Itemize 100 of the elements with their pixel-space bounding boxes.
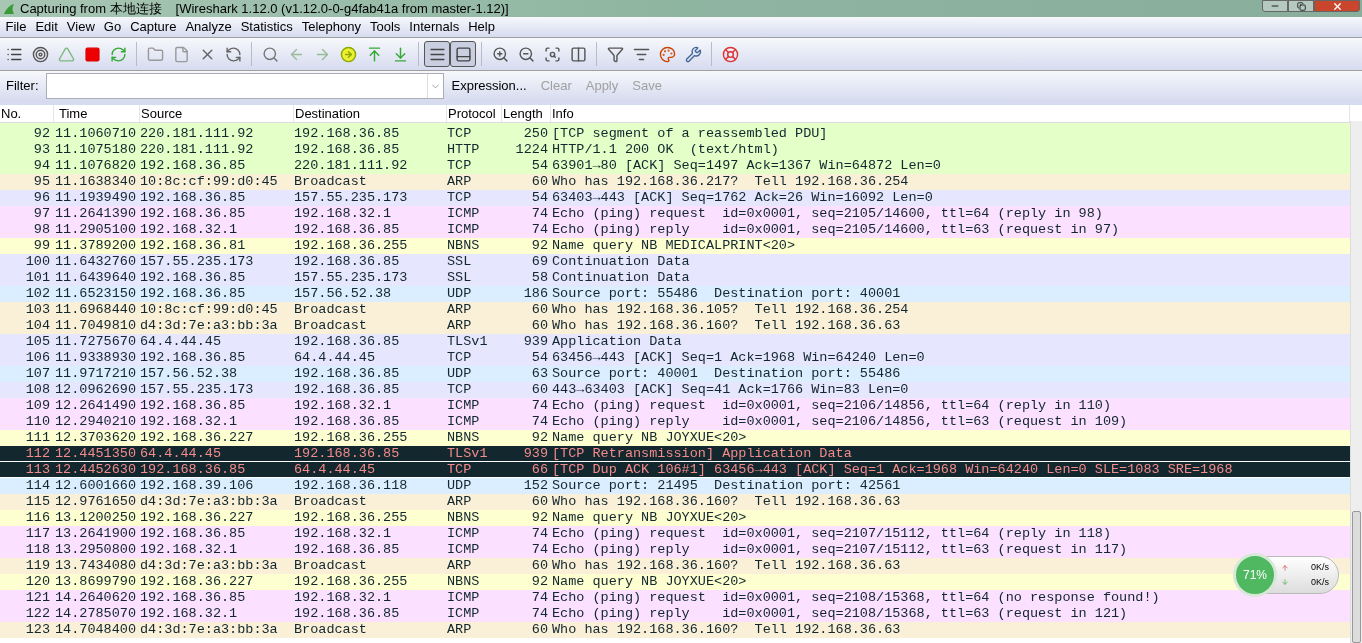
table-cell-text: Who has 192.168.36.160? Tell 192.168.36.63	[551, 318, 901, 334]
table-cell-text: 13.8699790	[54, 574, 137, 590]
download-icon	[1281, 578, 1289, 587]
colorize-button[interactable]	[424, 41, 450, 67]
menu-item[interactable]: Go	[101, 17, 124, 37]
table-cell-text: 92	[530, 574, 548, 590]
packet-row[interactable]: 98 11.2905100 192.168.32.1 192.168.36.85 ICMP 74 Echo (ping) reply id=0x0001, seq=2105/14600, ttl=63 (request in 97)	[0, 222, 1350, 238]
table-cell-text: 11.3789200	[54, 238, 137, 254]
table-cell-text: SSL	[447, 270, 473, 286]
packet-row[interactable]: 108 12.0962690 157.55.235.173 192.168.36.85 TCP 60 443→63403 [ACK] Seq=41 Ack=1766 Win=83 Len=0	[0, 382, 1350, 398]
table-cell-text: 120	[24, 574, 51, 590]
column-heading[interactable]: Destination	[295, 103, 361, 124]
packet-row[interactable]: 102 11.6523150 192.168.36.85 157.56.52.38 UDP 186 Source port: 55486 Destination port: 40001	[0, 286, 1350, 302]
packet-row[interactable]: 111 12.3703620 192.168.36.227 192.168.36.255 NBNS 92 Name query NB JOYXUE<20>	[0, 430, 1350, 446]
table-cell-text: 11.7049810	[54, 318, 137, 334]
table-cell-text: 192.168.36.85	[294, 542, 401, 558]
menu-item[interactable]: Analyze	[182, 17, 235, 37]
window-subtitle: [Wireshark 1.12.0 (v1.12.0-0-g4fab41a from master-1.12)]	[175, 0, 509, 18]
menu-item[interactable]: Tools	[367, 17, 403, 37]
packet-row[interactable]: 106 11.9338930 192.168.36.85 64.4.44.45 TCP 54 63456→443 [ACK] Seq=1 Ack=1968 Win=64240 Len=0	[0, 350, 1350, 366]
packet-row[interactable]: 107 11.9717210 157.56.52.38 192.168.36.85 UDP 63 Source port: 40001 Destination port: 55486	[0, 366, 1350, 382]
packet-row[interactable]: 103 11.6968440 10:8c:cf:99:d0:45 Broadcast ARP 60 Who has 192.168.36.105? Tell 192.168.36.254	[0, 302, 1350, 318]
menu-item[interactable]: Internals	[406, 17, 462, 37]
table-cell-text: 192.168.32.1	[140, 606, 239, 622]
table-cell-text: Source port: 40001 Destination port: 55486	[551, 366, 901, 382]
scrollbar-thumb[interactable]	[1352, 511, 1361, 643]
table-cell-text: 11.9338930	[54, 350, 137, 366]
menu-item[interactable]: Capture	[127, 17, 179, 37]
table-cell-text: ARP	[447, 174, 473, 190]
table-cell-text: Who has 192.168.36.105? Tell 192.168.36.254	[551, 302, 909, 318]
packet-row[interactable]: 112 12.4451350 64.4.44.45 192.168.36.85 TLSv1 939 [TCP Retransmission] Application Data	[0, 446, 1350, 462]
menu-item[interactable]: Statistics	[238, 17, 296, 37]
table-cell-text: 192.168.39.106	[140, 478, 255, 494]
upload-rate: 0K/s	[1310, 561, 1329, 574]
packet-row[interactable]: 100 11.6432760 157.55.235.173 192.168.36.85 SSL 69 Continuation Data	[0, 254, 1350, 270]
packet-row[interactable]: 115 12.9761650 d4:3d:7e:a3:bb:3a Broadcast ARP 60 Who has 192.168.36.160? Tell 192.168.36.63	[0, 494, 1350, 510]
table-cell-text: 118	[24, 542, 51, 558]
packet-row[interactable]: 118 13.2950800 192.168.32.1 192.168.36.85 ICMP 74 Echo (ping) reply id=0x0001, seq=2107/15112, ttl=63 (request in 117)	[0, 542, 1350, 558]
table-cell-text: 64.4.44.45	[294, 461, 376, 478]
close-button[interactable]	[1314, 0, 1360, 12]
packet-row[interactable]: 110 12.2940210 192.168.32.1 192.168.36.85 ICMP 74 Echo (ping) reply id=0x0001, seq=2106/14856, ttl=63 (request in 109)	[0, 414, 1350, 430]
packet-row[interactable]: 121 14.2640620 192.168.36.85 192.168.32.1 ICMP 74 Echo (ping) request id=0x0001, seq=2108/15368, ttl=64 (no response found!)	[0, 590, 1350, 606]
table-cell-text: 14.2785070	[54, 606, 137, 622]
table-cell-text: Broadcast	[294, 558, 368, 574]
packet-row[interactable]: 123 14.7048400 d4:3d:7e:a3:bb:3a Broadcast ARP 60 Who has 192.168.36.160? Tell 192.168.36.63	[0, 622, 1350, 638]
menu-item[interactable]: Help	[465, 17, 498, 37]
packet-row[interactable]: 117 13.2641900 192.168.36.85 192.168.32.1 ICMP 74 Echo (ping) request id=0x0001, seq=2107/15112, ttl=64 (reply in 118)	[0, 526, 1350, 542]
table-cell-text: 192.168.36.81	[140, 238, 247, 254]
menu-item[interactable]: File	[3, 17, 29, 37]
table-cell-text: 58	[530, 270, 548, 286]
menu-item[interactable]: Edit	[32, 17, 61, 37]
table-cell-text: 192.168.36.255	[294, 574, 409, 590]
table-cell-text: 101	[24, 270, 51, 286]
table-cell-text: 157.55.235.173	[140, 382, 255, 398]
column-heading[interactable]: Info	[552, 103, 574, 124]
packet-row[interactable]: 96 11.1939490 192.168.36.85 157.55.235.173 TCP 54 63403→443 [ACK] Seq=1762 Ack=26 Win=16092 Len=0	[0, 190, 1350, 206]
table-cell-text: HTTP/1.1 200 OK (text/html)	[551, 142, 779, 158]
packet-row[interactable]: 109 12.2641490 192.168.36.85 192.168.32.1 ICMP 74 Echo (ping) request id=0x0001, seq=2106/14856, ttl=64 (reply in 110)	[0, 398, 1350, 414]
packet-row[interactable]: 97 11.2641390 192.168.36.85 192.168.32.1 ICMP 74 Echo (ping) request id=0x0001, seq=2105/14600, ttl=64 (reply in 98)	[0, 206, 1350, 222]
table-cell-text: 192.168.32.1	[294, 590, 393, 606]
menu-item[interactable]: Telephony	[299, 17, 364, 37]
table-cell-text: 95	[32, 174, 51, 190]
table-cell-text: 122	[24, 606, 51, 622]
table-cell-text: [TCP Dup ACK 106#1] 63456→443 [ACK] Seq=1 Ack=1968 Win=64240 Len=0 SLE=1083 SRE=1968	[551, 461, 1233, 478]
minimize-button[interactable]	[1262, 0, 1288, 12]
packet-row[interactable]: 116 13.1200250 192.168.36.227 192.168.36.255 NBNS 92 Name query NB JOYXUE<20>	[0, 510, 1350, 526]
table-cell-text: 192.168.36.85	[294, 382, 401, 398]
table-cell-text: 220.181.111.92	[140, 126, 255, 142]
column-heading[interactable]: No.	[1, 103, 22, 124]
table-cell-text: 110	[24, 414, 51, 430]
packet-row[interactable]: 93 11.1075180 220.181.111.92 192.168.36.85 HTTP 1224 HTTP/1.1 200 OK (text/html)	[0, 142, 1350, 158]
packet-row[interactable]: 114 12.6001660 192.168.39.106 192.168.36.118 UDP 152 Source port: 21495 Destination port: 42561	[0, 478, 1350, 494]
scrollbar[interactable]	[1350, 121, 1362, 643]
column-heading[interactable]: Time	[59, 103, 88, 124]
packet-row[interactable]: 101 11.6439640 192.168.36.85 157.55.235.173 SSL 58 Continuation Data	[0, 270, 1350, 286]
table-cell-text: 1224	[514, 142, 548, 158]
maximize-button[interactable]	[1288, 0, 1314, 12]
table-cell-text: 192.168.36.85	[140, 158, 247, 174]
autoscroll-button[interactable]	[450, 41, 476, 67]
table-cell-text: 100	[24, 254, 51, 270]
table-cell-text: 119	[24, 558, 51, 574]
packet-row[interactable]: 99 11.3789200 192.168.36.81 192.168.36.255 NBNS 92 Name query NB MEDICALPRINT<20>	[0, 238, 1350, 254]
table-cell-text: 192.168.36.85	[140, 190, 247, 206]
menu-item[interactable]: View	[64, 17, 98, 37]
table-cell-text: ICMP	[447, 398, 481, 414]
packet-row[interactable]: 92 11.1060710 220.181.111.92 192.168.36.85 TCP 250 [TCP segment of a reassembled PDU]	[0, 126, 1350, 142]
packet-row[interactable]: 113 12.4452630 192.168.36.85 64.4.44.45 TCP 66 [TCP Dup ACK 106#1] 63456→443 [ACK] Seq=1 Ack=1968 Win=64240 Len=0 SLE=1083 SRE=1968	[0, 462, 1350, 478]
packet-row[interactable]: 122 14.2785070 192.168.32.1 192.168.36.85 ICMP 74 Echo (ping) reply id=0x0001, seq=2108/15368, ttl=63 (request in 121)	[0, 606, 1350, 622]
table-cell-text: 10:8c:cf:99:d0:45	[140, 302, 279, 318]
packet-row[interactable]: 94 11.1076820 192.168.36.85 220.181.111.92 TCP 54 63901→80 [ACK] Seq=1497 Ack=1367 Win=64872 Len=0	[0, 158, 1350, 174]
column-heading[interactable]: Protocol	[448, 103, 496, 124]
filter-input[interactable]	[45, 73, 444, 99]
filter-action-button[interactable]: Expression...	[448, 76, 530, 96]
packet-row[interactable]: 104 11.7049810 d4:3d:7e:a3:bb:3a Broadcast ARP 60 Who has 192.168.36.160? Tell 192.168.36.63	[0, 318, 1350, 334]
table-cell-text: 12.3703620	[54, 430, 137, 446]
column-heading[interactable]: Length	[503, 103, 543, 124]
column-heading[interactable]: Source	[141, 103, 183, 124]
packet-row[interactable]: 95 11.1638340 10:8c:cf:99:d0:45 Broadcast ARP 60 Who has 192.168.36.217? Tell 192.168.36.254	[0, 174, 1350, 190]
table-cell-text: 102	[24, 286, 51, 302]
packet-row[interactable]: 105 11.7275670 64.4.44.45 192.168.36.85 TLSv1 939 Application Data	[0, 334, 1350, 350]
